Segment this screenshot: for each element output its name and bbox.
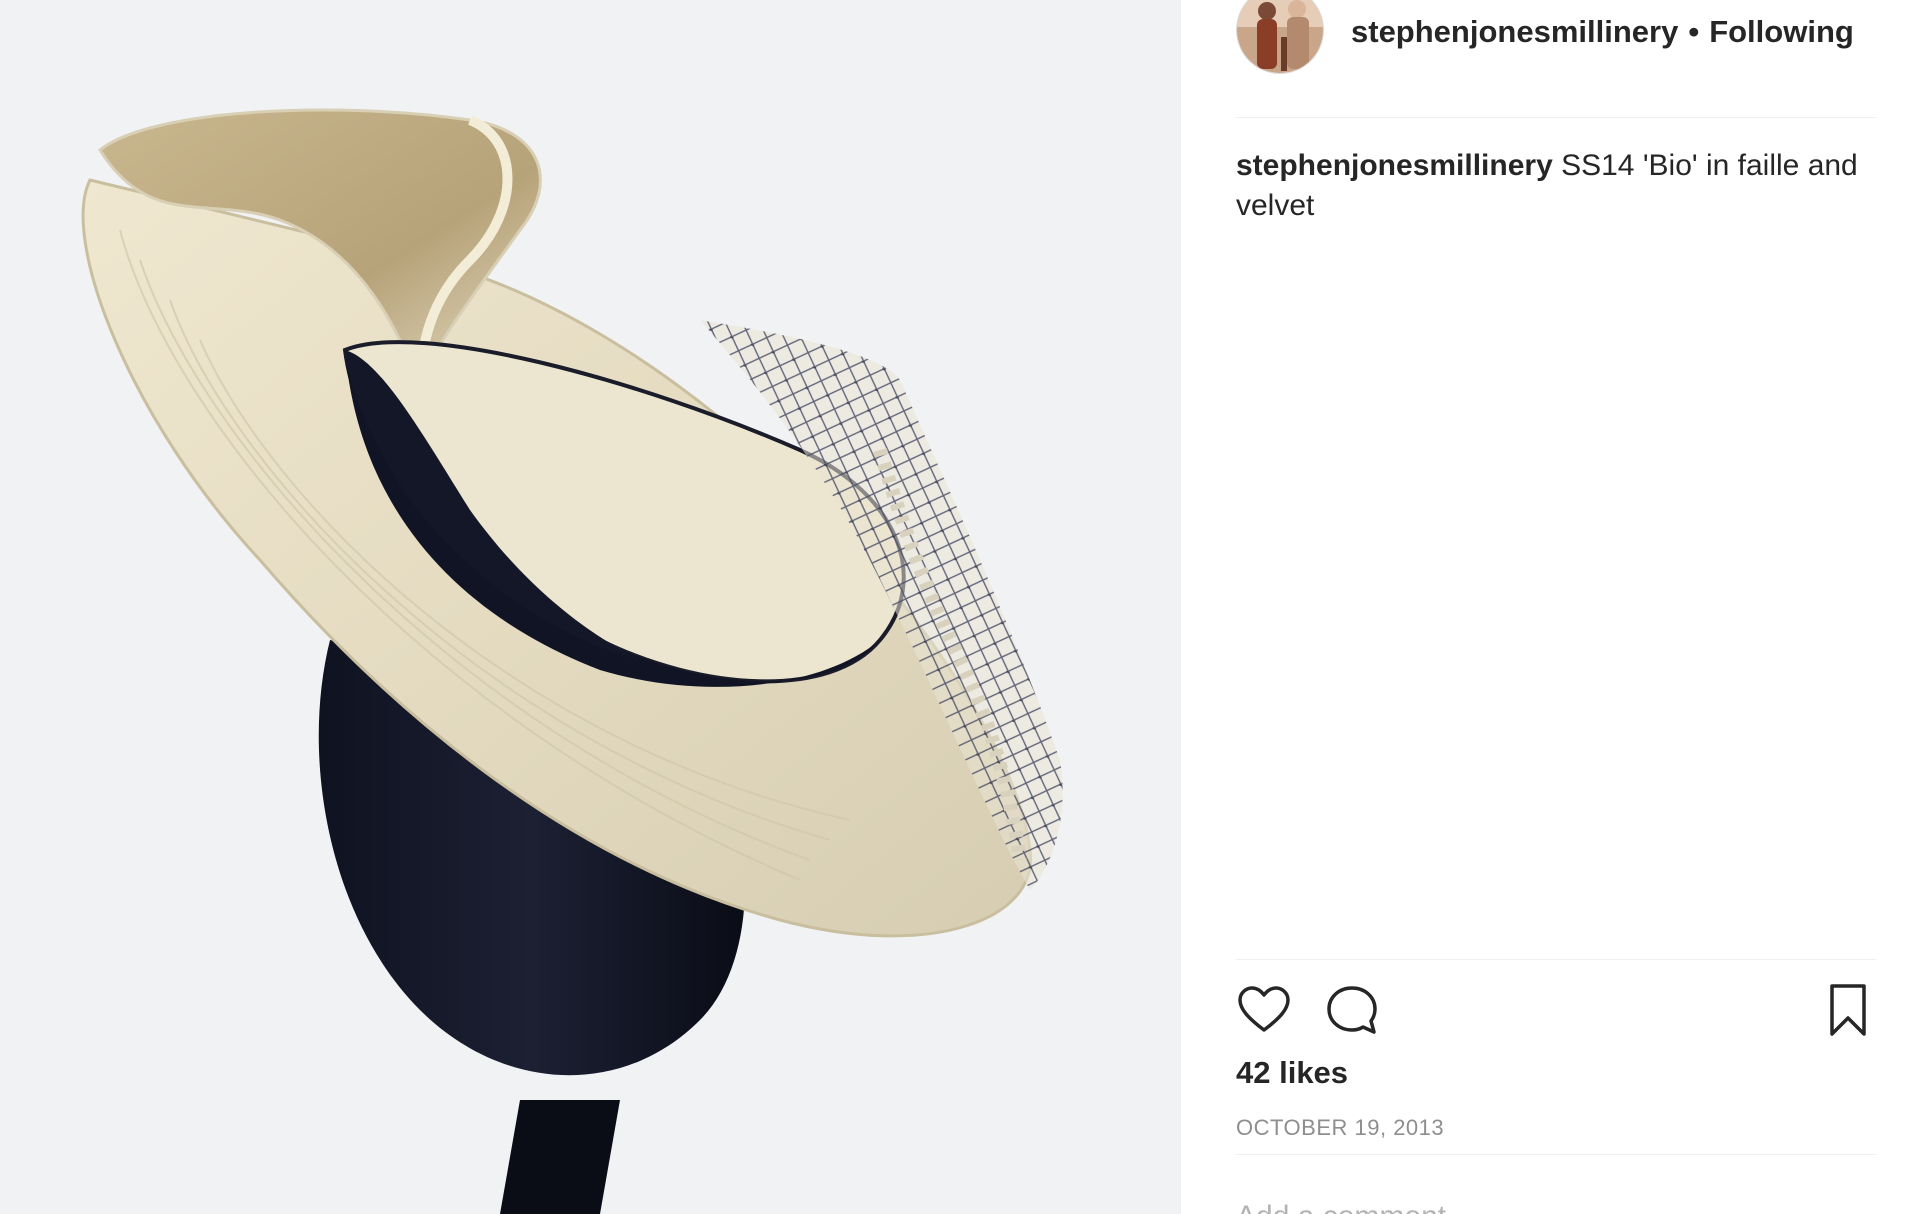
avatar[interactable]	[1236, 0, 1324, 74]
username-link[interactable]: stephenjonesmillinery	[1351, 14, 1678, 50]
following-button[interactable]: Following	[1709, 14, 1854, 50]
heart-icon	[1238, 986, 1290, 1032]
post-header: stephenjonesmillinery • Following	[1236, 0, 1876, 118]
hat-photo	[81, 108, 1063, 1214]
post-details-panel: stephenjonesmillinery • Following stephe…	[1180, 0, 1906, 1214]
action-bar	[1236, 959, 1876, 1036]
caption-username-link[interactable]: stephenjonesmillinery	[1236, 149, 1553, 182]
like-button[interactable]	[1236, 982, 1292, 1038]
post-image[interactable]	[0, 0, 1180, 1214]
comment-input[interactable]	[1236, 1197, 1876, 1214]
header-text: stephenjonesmillinery • Following	[1351, 14, 1854, 50]
comment-bar	[1236, 1154, 1876, 1214]
likes-count[interactable]: 42 likes	[1236, 1055, 1348, 1091]
separator-dot: •	[1688, 14, 1700, 49]
post-caption: stephenjonesmillinery SS14 'Bio' in fail…	[1236, 146, 1876, 226]
bookmark-icon	[1830, 984, 1866, 1036]
post-date[interactable]: OCTOBER 19, 2013	[1236, 1115, 1444, 1141]
save-button[interactable]	[1820, 982, 1876, 1038]
avatar-photo-icon	[1237, 0, 1323, 73]
comment-bubble-icon	[1327, 986, 1377, 1034]
comment-button[interactable]	[1324, 982, 1380, 1038]
